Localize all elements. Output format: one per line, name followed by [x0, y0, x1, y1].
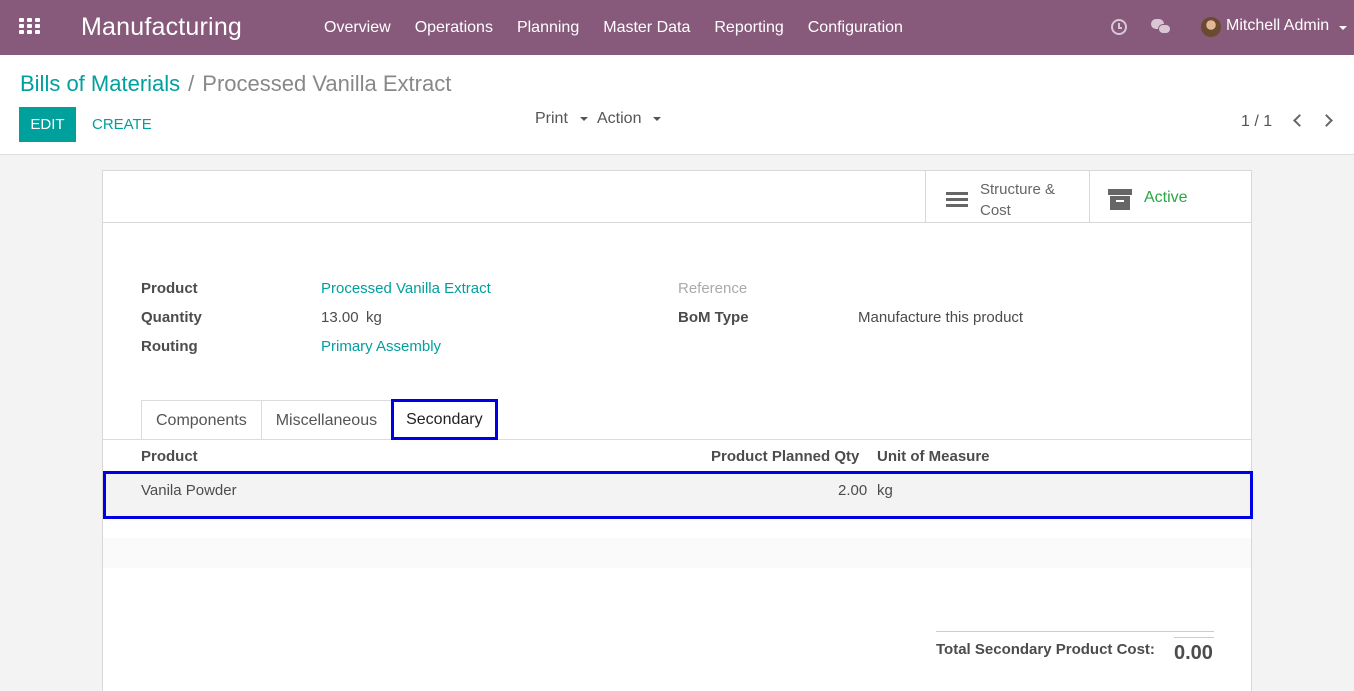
- table-footer-row: [103, 538, 1251, 568]
- tab-miscellaneous[interactable]: Miscellaneous: [260, 400, 393, 439]
- total-secondary-cost-label: Total Secondary Product Cost:: [936, 641, 1155, 658]
- quantity-uom: kg: [366, 309, 382, 326]
- caret-down-icon: [579, 117, 588, 121]
- bars-icon: [946, 192, 968, 208]
- breadcrumb-separator: /: [188, 71, 195, 96]
- total-divider: [936, 631, 1214, 632]
- caret-down-icon: [653, 117, 662, 121]
- column-product[interactable]: Product: [141, 448, 198, 465]
- tabs-divider: [103, 439, 1251, 440]
- active-toggle-button[interactable]: Active: [1089, 171, 1253, 223]
- chat-icon[interactable]: [1151, 19, 1171, 35]
- quantity-value: 13.00: [321, 309, 359, 326]
- column-planned-qty[interactable]: Product Planned Qty: [711, 448, 859, 465]
- create-button[interactable]: CREATE: [92, 107, 152, 142]
- tab-secondary[interactable]: Secondary: [391, 399, 498, 440]
- menu-planning[interactable]: Planning: [505, 0, 591, 55]
- row-uom: kg: [877, 482, 893, 499]
- print-dropdown[interactable]: Print: [535, 108, 588, 130]
- total-secondary-cost-value: 0.00: [1174, 642, 1213, 664]
- main-menu: Overview Operations Planning Master Data…: [312, 0, 915, 55]
- menu-overview[interactable]: Overview: [312, 0, 403, 55]
- routing-label: Routing: [141, 338, 198, 355]
- breadcrumb-bills-of-materials[interactable]: Bills of Materials: [20, 71, 180, 97]
- action-dropdown[interactable]: Action: [597, 108, 662, 130]
- quantity-label: Quantity: [141, 309, 202, 326]
- app-brand[interactable]: Manufacturing: [81, 13, 242, 42]
- breadcrumb: Bills of Materials / Processed Vanilla E…: [20, 71, 451, 97]
- pager-previous-icon[interactable]: [1293, 114, 1306, 127]
- print-label: Print: [535, 110, 568, 127]
- breadcrumb-current: Processed Vanilla Extract: [202, 71, 452, 96]
- pager-value[interactable]: 1 / 1: [1241, 113, 1272, 131]
- notebook-tabs: Components Miscellaneous Secondary: [141, 399, 498, 440]
- menu-configuration[interactable]: Configuration: [796, 0, 915, 55]
- product-label: Product: [141, 280, 198, 297]
- menu-operations[interactable]: Operations: [403, 0, 505, 55]
- row-qty: 2.00: [838, 482, 868, 499]
- user-menu-name[interactable]: Mitchell Admin: [1226, 17, 1329, 35]
- smart-button-box: Structure & Cost Active: [103, 171, 1251, 223]
- action-label: Action: [597, 110, 642, 127]
- form-sheet: Structure & Cost Active Product Processe…: [102, 170, 1253, 691]
- user-caret-icon[interactable]: [1339, 26, 1347, 30]
- table-header: Product Product Planned Qty Unit of Meas…: [103, 443, 1251, 473]
- bom-type-value: Manufacture this product: [858, 309, 1024, 326]
- reference-label: Reference: [678, 280, 748, 297]
- top-navbar: Manufacturing Overview Operations Planni…: [0, 0, 1354, 55]
- tab-components[interactable]: Components: [141, 400, 262, 439]
- edit-button[interactable]: EDIT: [19, 107, 76, 142]
- total-value-divider: [1174, 637, 1214, 638]
- structure-cost-label-line2: Cost: [980, 202, 1011, 219]
- menu-master-data[interactable]: Master Data: [591, 0, 702, 55]
- menu-reporting[interactable]: Reporting: [702, 0, 795, 55]
- product-value-link[interactable]: Processed Vanilla Extract: [321, 280, 491, 297]
- row-product: Vanila Powder: [141, 482, 237, 499]
- pager-next-icon[interactable]: [1320, 114, 1333, 127]
- table-row[interactable]: Vanila Powder 2.00 kg: [103, 471, 1253, 519]
- apps-grid-icon[interactable]: [19, 18, 40, 34]
- activity-clock-icon[interactable]: [1111, 19, 1127, 35]
- routing-value-link[interactable]: Primary Assembly: [321, 338, 441, 355]
- column-uom[interactable]: Unit of Measure: [877, 448, 990, 465]
- user-avatar[interactable]: [1201, 17, 1221, 37]
- control-panel: Bills of Materials / Processed Vanilla E…: [0, 55, 1354, 155]
- structure-cost-label-line1: Structure &: [980, 181, 1056, 198]
- archive-icon: [1108, 189, 1132, 211]
- bom-type-label: BoM Type: [678, 309, 749, 326]
- structure-cost-button[interactable]: Structure & Cost: [925, 171, 1089, 223]
- active-label: Active: [1144, 189, 1188, 206]
